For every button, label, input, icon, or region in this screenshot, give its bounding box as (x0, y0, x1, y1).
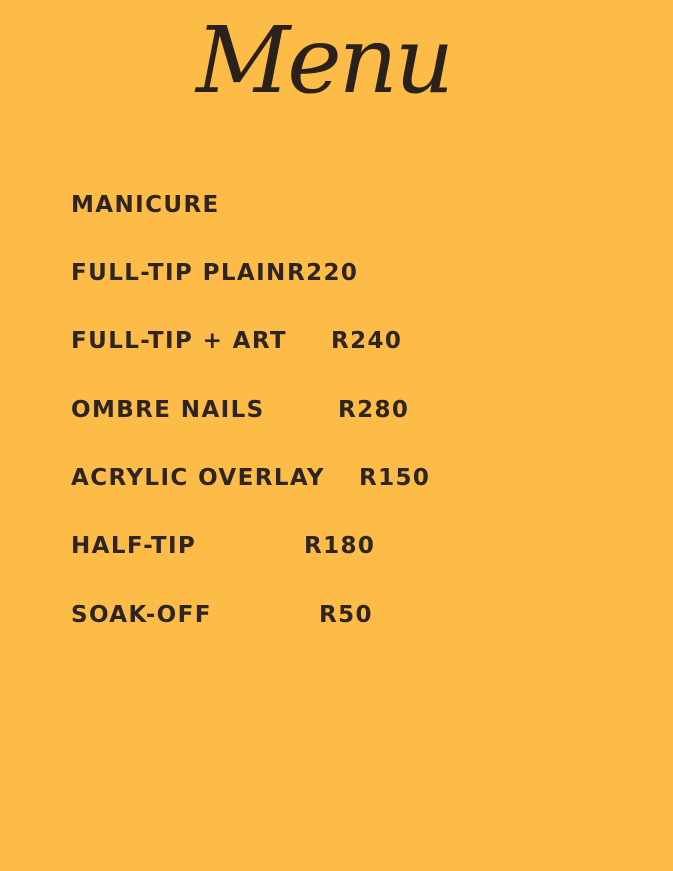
menu-item-name: ACRYLIC OVERLAY (71, 465, 325, 491)
menu-item-price: R220 (287, 260, 359, 286)
menu-item-price: R240 (331, 328, 403, 354)
menu-item-price: R150 (359, 465, 431, 491)
menu-item-manicure: MANICURE (71, 190, 591, 220)
menu-item-half-tip: HALF-TIP R180 (71, 531, 591, 561)
menu-title: Menu (196, 7, 454, 114)
menu-item-price: R180 (304, 533, 376, 559)
menu-item-name: SOAK-OFF (71, 602, 212, 628)
menu-item-full-tip-plain: FULL-TIP PLAIN R220 (71, 258, 591, 288)
menu-item-full-tip-art: FULL-TIP + ART R240 (71, 326, 591, 356)
menu-item-name: OMBRE NAILS (71, 397, 265, 423)
menu-item-name: MANICURE (71, 192, 220, 218)
menu-item-name: FULL-TIP + ART (71, 328, 288, 354)
menu-item-price: R280 (338, 397, 410, 423)
menu-item-acrylic-overlay: ACRYLIC OVERLAY R150 (71, 463, 591, 493)
menu-page: Menu MANICURE FULL-TIP PLAIN R220 FULL-T… (0, 0, 673, 871)
menu-item-soak-off: SOAK-OFF R50 (71, 600, 591, 630)
menu-item-ombre-nails: OMBRE NAILS R280 (71, 395, 591, 425)
menu-item-name: FULL-TIP PLAIN (71, 260, 287, 286)
menu-item-name: HALF-TIP (71, 533, 197, 559)
menu-item-price: R50 (319, 602, 373, 628)
